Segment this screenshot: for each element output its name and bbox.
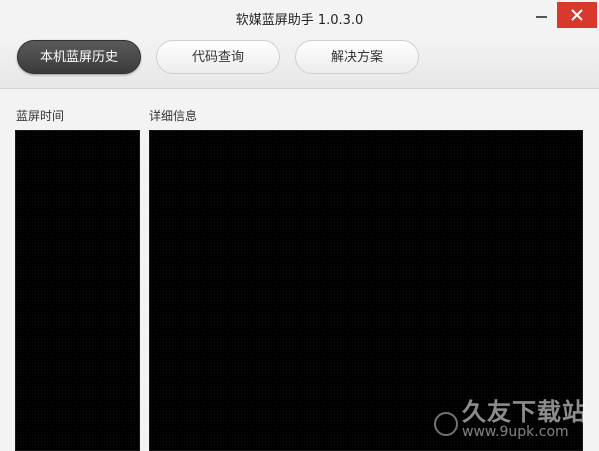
app-window: 软媒蓝屏助手 1.0.3.0 本机蓝屏历史 代码查询 解决方案 蓝屏时间 详细信… bbox=[0, 0, 599, 451]
bsod-time-label: 蓝屏时间 bbox=[16, 109, 65, 123]
watermark-text: 久友下载站 bbox=[462, 398, 587, 426]
watermark: 久友下载站 www.9upk.com bbox=[430, 392, 590, 447]
bsod-time-list[interactable] bbox=[15, 130, 140, 451]
tab-bar: 本机蓝屏历史 代码查询 解决方案 bbox=[0, 34, 599, 89]
minimize-button[interactable] bbox=[530, 4, 554, 24]
tab-solutions[interactable]: 解决方案 bbox=[295, 40, 419, 74]
minimize-icon bbox=[536, 16, 547, 18]
window-title: 软媒蓝屏助手 1.0.3.0 bbox=[235, 13, 364, 28]
detail-info-label: 详细信息 bbox=[149, 109, 198, 123]
close-icon bbox=[571, 9, 583, 21]
tab-code-lookup[interactable]: 代码查询 bbox=[156, 40, 280, 74]
title-bar: 软媒蓝屏助手 1.0.3.0 bbox=[0, 0, 599, 34]
watermark-logo-icon bbox=[434, 412, 458, 436]
watermark-url: www.9upk.com bbox=[462, 424, 569, 440]
close-button[interactable] bbox=[557, 2, 597, 28]
tab-local-bsod-history[interactable]: 本机蓝屏历史 bbox=[17, 40, 141, 74]
